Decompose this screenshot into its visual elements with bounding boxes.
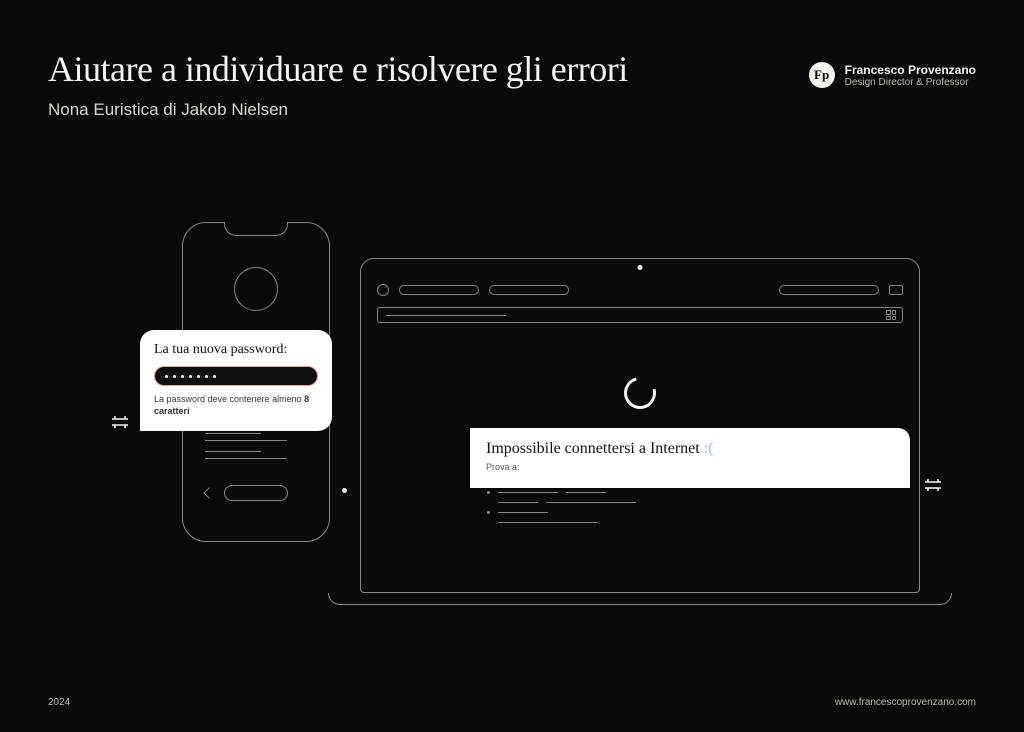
- address-bar-mock: [489, 285, 569, 295]
- author-role: Design Director & Professor: [845, 77, 976, 88]
- author-name: Francesco Provenzano: [845, 63, 976, 77]
- phone-button-outline: [224, 485, 288, 501]
- phone-placeholder-lines: [205, 433, 307, 465]
- network-error-title: Impossibile connettersi a Internet :(: [486, 440, 894, 458]
- page-title: Aiutare a individuare e risolvere gli er…: [48, 48, 628, 90]
- phone-logo-icon: [234, 267, 278, 311]
- laptop-base: [328, 593, 952, 605]
- footer-url: www.francescoprovenzano.com: [835, 697, 976, 708]
- password-error-card: La tua nuova password: La password deve …: [140, 330, 332, 431]
- network-error-card: Impossibile connettersi a Internet :( Pr…: [470, 428, 910, 488]
- author-logo-icon: Fp: [809, 62, 835, 88]
- password-input-mock: [154, 366, 318, 386]
- address-bar-mock: [779, 285, 879, 295]
- loading-spinner-icon: [618, 371, 662, 415]
- network-error-subtitle: Prova a:: [486, 462, 894, 472]
- highlight-marker-icon: [112, 415, 128, 431]
- camera-dot-icon: [638, 265, 643, 270]
- password-hint: La password deve contenere almeno 8 cara…: [154, 394, 318, 417]
- window-control-icon: [889, 285, 903, 295]
- address-bar-mock: [399, 285, 479, 295]
- decorative-dot-icon: [342, 488, 347, 493]
- page-subtitle: Nona Euristica di Jakob Nielsen: [48, 100, 628, 120]
- browser-toolbar: [377, 281, 903, 299]
- content-placeholder-lines: [487, 491, 636, 531]
- password-label: La tua nuova password:: [154, 342, 318, 358]
- refresh-icon: [377, 284, 389, 296]
- author-block: Fp Francesco Provenzano Design Director …: [809, 62, 976, 88]
- browser-tab-bar: [377, 307, 903, 323]
- phone-notch-icon: [224, 222, 288, 236]
- highlight-marker-icon: [925, 478, 941, 494]
- chevron-left-icon: [203, 487, 214, 498]
- grid-icon: [886, 310, 896, 320]
- laptop-mockup: [360, 258, 920, 593]
- footer-year: 2024: [48, 697, 70, 708]
